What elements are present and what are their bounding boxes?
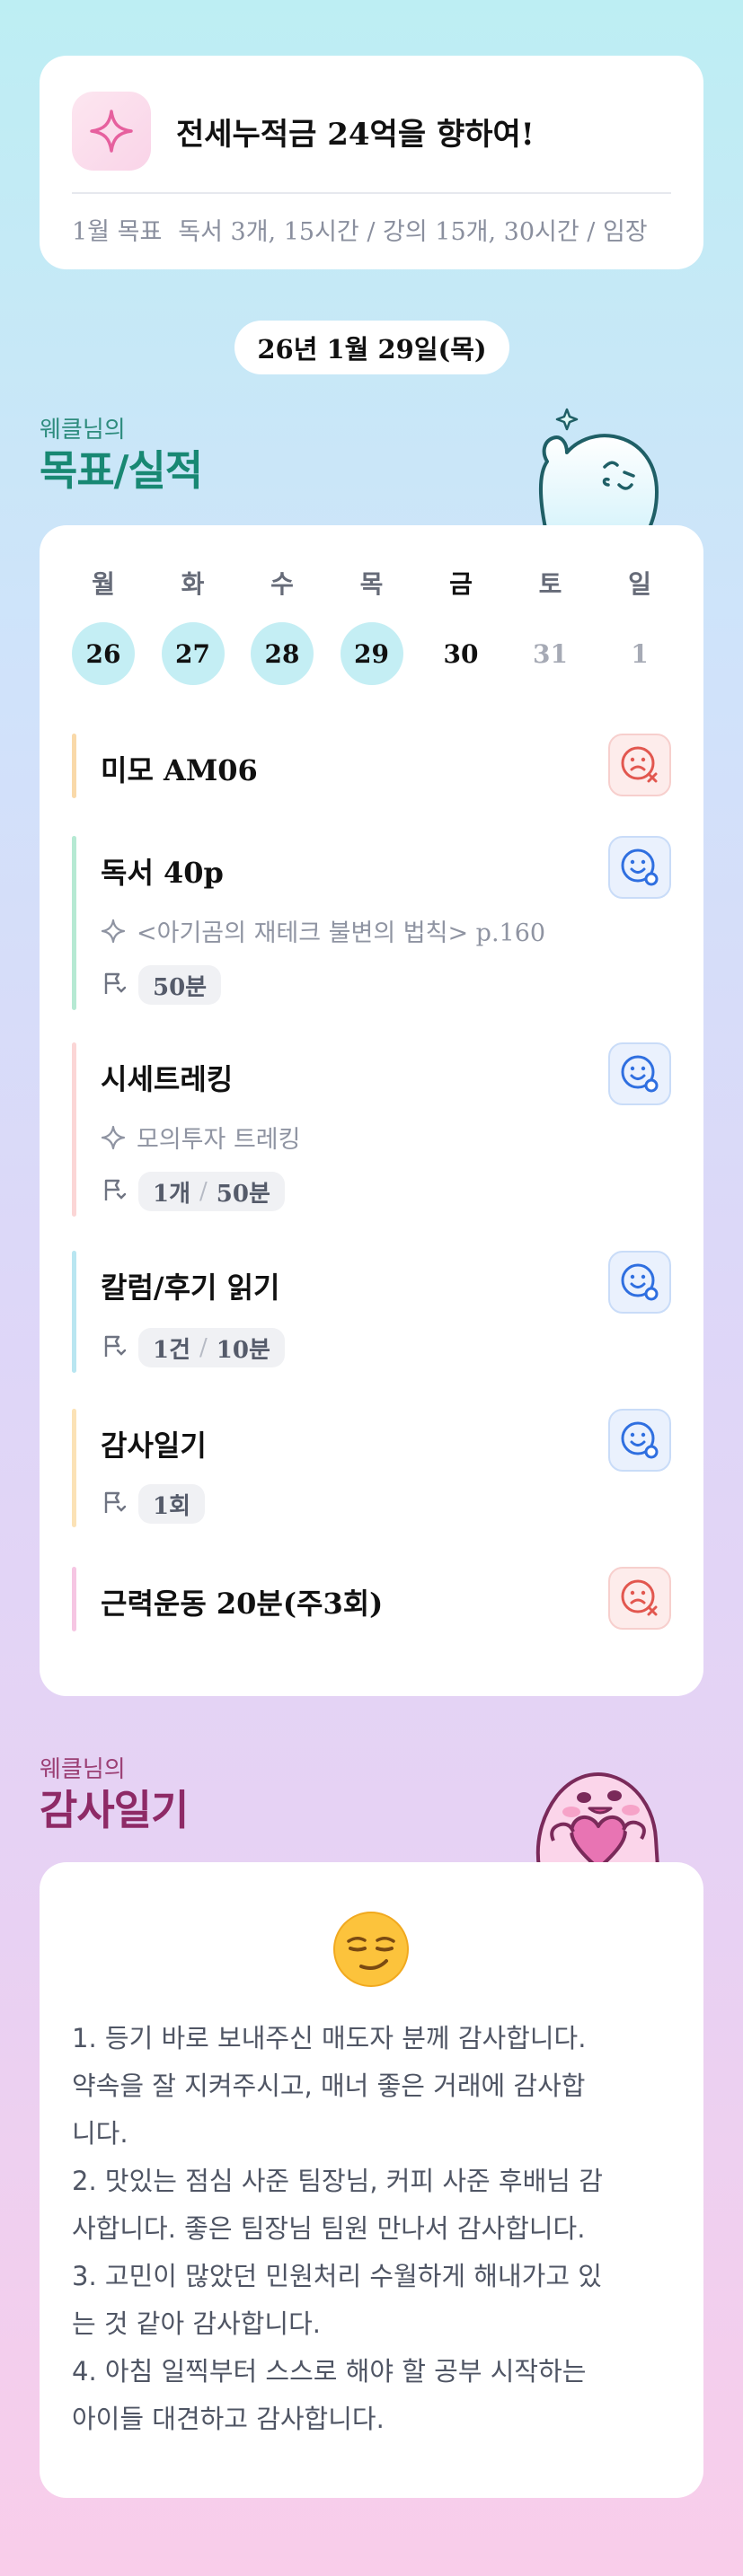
diary-line: 2. 맛있는 점심 사준 팀장님, 커피 사준 후배님 감 <box>72 2166 603 2196</box>
task-record: 1회 <box>101 1484 206 1524</box>
happy-face-icon[interactable] <box>608 1409 671 1472</box>
record-time: 50분 <box>216 1180 270 1208</box>
calendar-day-today[interactable]: 금 30 <box>429 568 492 685</box>
record-pill: 1개/50분 <box>138 1172 285 1211</box>
flag-icon <box>101 1332 128 1363</box>
task-description-text: 모의투자 트레킹 <box>137 1126 301 1154</box>
goal-month-label: 1월 목표 <box>72 218 163 246</box>
record-value: 1개 <box>153 1180 191 1208</box>
day-number: 1 <box>631 638 649 669</box>
record-pill: 1회 <box>138 1484 206 1524</box>
diary-section-title: 감사일기 <box>40 1786 189 1834</box>
task-record: 1건/10분 <box>101 1328 285 1367</box>
sad-face-icon[interactable] <box>608 734 671 796</box>
calendar-day[interactable]: 월 26 <box>72 568 135 685</box>
diary-line: 는 것 같아 감사합니다. <box>72 2308 321 2339</box>
goal-summary: 1월 목표 독서 3개, 15시간 / 강의 15개, 30시간 / 임장 <box>72 212 671 247</box>
date-selector[interactable]: 26년 1월 29일(목) <box>234 321 509 374</box>
task-record: 1개/50분 <box>101 1172 285 1211</box>
day-name: 수 <box>270 569 294 599</box>
day-number: 27 <box>161 622 225 685</box>
task-name: 시세트레킹 <box>101 1062 234 1096</box>
task-color-bar <box>72 1251 76 1373</box>
goal-title: 전세누적금 24억을 향하여! <box>176 116 535 153</box>
task-record: 50분 <box>101 965 222 1005</box>
happy-face-icon[interactable] <box>608 1042 671 1105</box>
task-name: 칼럼/후기 읽기 <box>101 1270 280 1305</box>
calendar-day[interactable]: 목 29 <box>340 568 403 685</box>
task-item[interactable]: 칼럼/후기 읽기 1건/10분 <box>72 1251 671 1373</box>
day-name: 월 <box>92 569 115 599</box>
day-name: 화 <box>181 569 205 599</box>
day-name: 토 <box>538 569 562 599</box>
task-description: 모의투자 트레킹 <box>101 1120 300 1155</box>
goals-card: 월 26 화 27 수 28 목 29 금 30 토 31 일1 미모 AM06 독서 40… <box>40 525 703 1696</box>
flag-icon <box>101 970 128 1000</box>
day-name: 일 <box>628 569 651 599</box>
sparkle-icon <box>101 919 126 944</box>
day-name: 목 <box>359 569 384 599</box>
happy-face-icon[interactable] <box>608 836 671 899</box>
record-time: 10분 <box>216 1336 270 1364</box>
day-number: 28 <box>251 622 314 685</box>
record-value: 1건 <box>153 1336 191 1364</box>
diary-line: 1. 등기 바로 보내주신 매도자 분께 감사합니다. <box>72 2023 587 2053</box>
task-name: 근력운동 20분(주3회) <box>101 1587 384 1621</box>
task-item[interactable]: 근력운동 20분(주3회) <box>72 1567 671 1631</box>
day-name: 금 <box>449 569 473 599</box>
calendar-day[interactable]: 토 31 <box>519 568 582 685</box>
goal-detail: 독서 3개, 15시간 / 강의 15개, 30시간 / 임장 <box>178 218 648 246</box>
record-pill: 50분 <box>138 965 222 1005</box>
diary-line: 아이들 대견하고 감사합니다. <box>72 2404 385 2434</box>
goals-section-title: 목표/실적 <box>40 446 203 495</box>
day-number: 26 <box>72 622 135 685</box>
happy-face-icon[interactable] <box>608 1251 671 1314</box>
flag-icon <box>101 1176 128 1207</box>
record-pill: 1건/10분 <box>138 1328 285 1367</box>
diary-body: 1. 등기 바로 보내주신 매도자 분께 감사합니다. 약속을 잘 지켜주시고,… <box>72 2015 674 2443</box>
day-number: 30 <box>443 638 479 669</box>
task-color-bar <box>72 1042 76 1217</box>
goal-card[interactable]: 전세누적금 24억을 향하여! 1월 목표 독서 3개, 15시간 / 강의 15… <box>40 56 703 269</box>
calendar-day[interactable]: 화 27 <box>161 568 225 685</box>
sad-face-icon[interactable] <box>608 1567 671 1630</box>
divider <box>72 192 671 194</box>
diary-line: 니다. <box>72 2118 128 2149</box>
diary-line: 사합니다. 좋은 팀장님 팀원 만나서 감사합니다. <box>72 2213 586 2244</box>
task-description: <아기곰의 재테크 불변의 법칙> p.160 <box>101 913 545 948</box>
flag-icon <box>101 1489 128 1519</box>
smirking-face-icon <box>331 1909 411 1993</box>
diary-line: 약속을 잘 지켜주시고, 매너 좋은 거래에 감사합 <box>72 2070 586 2101</box>
mascot-waving-illustration <box>526 402 669 532</box>
calendar-day[interactable]: 일1 <box>608 568 671 685</box>
day-number: 31 <box>533 638 568 669</box>
task-color-bar <box>72 1567 76 1631</box>
day-number: 29 <box>340 622 403 685</box>
sparkle-icon <box>72 92 151 171</box>
task-item[interactable]: 독서 40p <아기곰의 재테크 불변의 법칙> p.160 50분 <box>72 836 671 1010</box>
record-value: 1회 <box>153 1492 191 1520</box>
task-item[interactable]: 시세트레킹 모의투자 트레킹 1개/50분 <box>72 1042 671 1217</box>
diary-line: 3. 고민이 많았던 민원처리 수월하게 해내가고 있 <box>72 2261 602 2291</box>
task-color-bar <box>72 836 76 1010</box>
record-value: 50분 <box>153 973 208 1001</box>
task-name: 미모 AM06 <box>101 753 258 787</box>
task-description-text: <아기곰의 재테크 불변의 법칙> p.160 <box>137 919 546 947</box>
diary-line: 4. 아침 일찍부터 스스로 해야 할 공부 시작하는 <box>72 2356 587 2387</box>
task-name: 감사일기 <box>101 1429 207 1463</box>
task-item[interactable]: 미모 AM06 <box>72 734 671 798</box>
task-color-bar <box>72 1409 76 1527</box>
task-color-bar <box>72 734 76 798</box>
calendar-day[interactable]: 수 28 <box>251 568 314 685</box>
task-name: 독서 40p <box>101 856 224 890</box>
task-item[interactable]: 감사일기 1회 <box>72 1409 671 1527</box>
sparkle-icon <box>101 1125 126 1150</box>
mascot-heart-illustration <box>521 1742 674 1871</box>
gratitude-diary-card: 1. 등기 바로 보내주신 매도자 분께 감사합니다. 약속을 잘 지켜주시고,… <box>40 1862 703 2498</box>
week-calendar: 월 26 화 27 수 28 목 29 금 30 토 31 일1 <box>72 568 671 685</box>
